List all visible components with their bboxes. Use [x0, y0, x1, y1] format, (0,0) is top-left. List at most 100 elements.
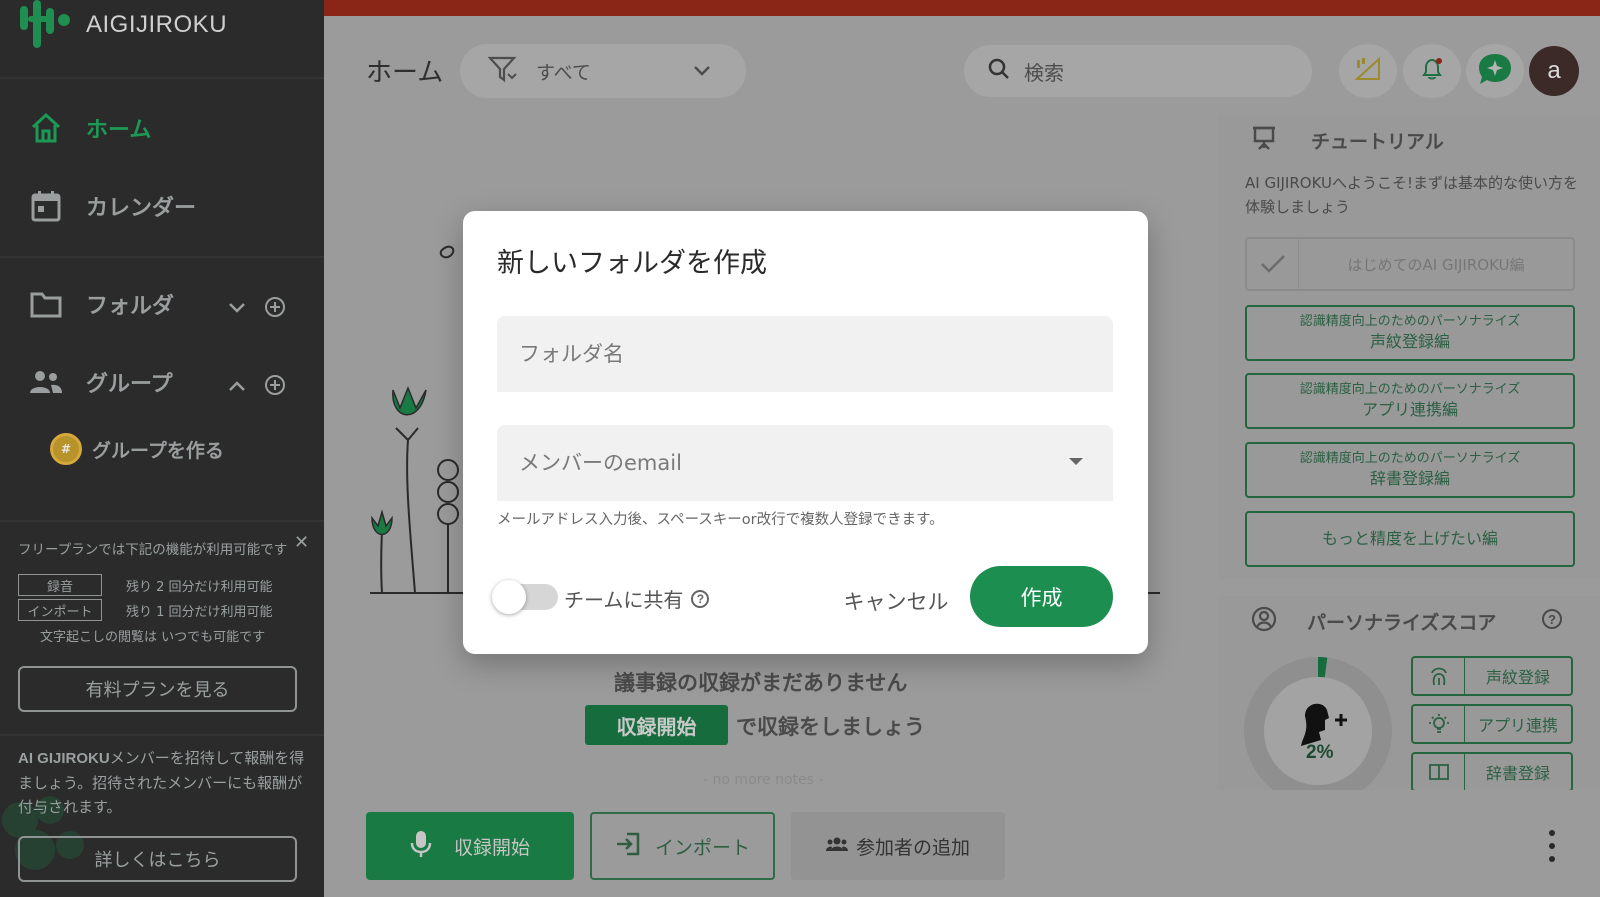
learn-more-button[interactable]: 詳しくはこちら: [18, 836, 297, 882]
lightbulb-icon: [1413, 706, 1465, 742]
invite-text: AI GIJIROKUメンバーを招待して報酬を得ましょう。招待されたメンバーにも…: [18, 746, 308, 819]
start-recording-button[interactable]: 収録開始: [366, 812, 574, 880]
svg-text:?: ?: [1548, 612, 1556, 627]
microphone-icon: [410, 829, 432, 864]
filter-select[interactable]: すべて: [460, 44, 746, 98]
member-email-input[interactable]: [497, 425, 1113, 501]
feature-note: 残り 1 回分だけ利用可能: [126, 604, 273, 620]
tutorial-dictionary-button[interactable]: 認識精度向上のためのパーソナライズ 辞書登録編: [1245, 442, 1575, 498]
sidebar-divider: [0, 256, 324, 258]
create-group-label: グループを作る: [92, 439, 224, 462]
people-icon: [825, 835, 848, 857]
top-accent-bar: [324, 0, 1600, 16]
sidebar-item-label: フォルダ: [86, 294, 175, 319]
empty-state-record-button[interactable]: 収録開始: [585, 705, 728, 745]
import-icon: [615, 831, 641, 862]
create-button[interactable]: 作成: [970, 566, 1113, 627]
tutorial-item-completed[interactable]: はじめてのAI GIJIROKU編: [1245, 237, 1575, 291]
page-title: ホーム: [366, 58, 444, 88]
sidebar-item-label: カレンダー: [86, 196, 197, 221]
cancel-button[interactable]: キャンセル: [831, 579, 961, 623]
add-participants-label: 参加者の追加: [855, 836, 970, 859]
dropdown-caret-icon[interactable]: [1069, 458, 1083, 465]
chevron-up-icon[interactable]: [228, 378, 246, 397]
free-plan-note: 文字起こしの閲覧は いつでも可能です: [40, 630, 266, 645]
import-label: インポート: [654, 836, 750, 859]
sidebar-item-label: ホーム: [86, 118, 152, 143]
tutorial-button-main: 辞書登録編: [1369, 469, 1450, 488]
presentation-icon: [1251, 125, 1277, 156]
fingerprint-icon: [1413, 658, 1465, 694]
folder-name-field[interactable]: [497, 316, 1113, 392]
tutorial-voiceprint-button[interactable]: 認識精度向上のためのパーソナライズ 声紋登録編: [1245, 305, 1575, 361]
invite-brand: AI GIJIROKU: [18, 750, 110, 767]
feature-tag: インポート: [18, 599, 102, 621]
chevron-down-icon[interactable]: [228, 300, 246, 319]
empty-state-suffix: で収録をしましょう: [736, 715, 925, 739]
score-title: パーソナライズスコア: [1307, 612, 1497, 634]
free-plan-box: フリープランでは下記の機能が利用可能です ✕ 録音 残り 2 回分だけ利用可能 …: [0, 520, 324, 735]
tutorial-button-main: アプリ連携編: [1361, 400, 1458, 419]
app-logo[interactable]: AIGIJIROKU: [20, 0, 227, 50]
assistant-button[interactable]: [1466, 44, 1524, 98]
help-icon[interactable]: ?: [691, 589, 710, 608]
free-plan-title: フリープランでは下記の機能が利用可能です: [18, 542, 288, 558]
tutorial-more-accuracy-button[interactable]: もっと精度を上げたい編: [1245, 511, 1575, 567]
score-button-label: 声紋登録: [1485, 668, 1550, 687]
sidebar-item-calendar[interactable]: カレンダー: [28, 188, 196, 224]
feature-row: インポート 残り 1 回分だけ利用可能: [18, 599, 273, 621]
score-dictionary-button[interactable]: 辞書登録: [1411, 752, 1573, 790]
group-actions: [228, 374, 286, 400]
score-header: パーソナライズスコア: [1251, 606, 1496, 637]
toggle-knob: [492, 580, 526, 614]
sidebar-item-group[interactable]: グループ: [28, 364, 173, 400]
feature-row: 録音 残り 2 回分だけ利用可能: [18, 574, 273, 596]
calendar-icon: [28, 188, 64, 224]
feature-note: 残り 2 回分だけ利用可能: [126, 579, 273, 595]
check-icon: [1247, 239, 1299, 289]
sidebar-item-home[interactable]: ホーム: [28, 110, 151, 146]
tutorial-title: チュートリアル: [1311, 131, 1444, 153]
tutorial-header: チュートリアル: [1251, 125, 1444, 156]
search-input[interactable]: 検索: [964, 45, 1312, 97]
more-options-icon[interactable]: [1547, 830, 1557, 862]
logo-text: AIGIJIROKU: [86, 11, 228, 38]
close-icon[interactable]: ✕: [294, 532, 309, 553]
filter-icon: [487, 56, 518, 87]
create-group-button[interactable]: # グループを作る: [50, 433, 224, 465]
help-icon[interactable]: ?: [1541, 608, 1563, 634]
stats-button[interactable]: [1339, 44, 1397, 98]
add-participants-button[interactable]: 参加者の追加: [791, 812, 1005, 880]
user-avatar[interactable]: a: [1529, 46, 1579, 96]
view-paid-plan-button[interactable]: 有料プランを見る: [18, 666, 297, 712]
import-button[interactable]: インポート: [590, 812, 775, 880]
create-folder-dialog: 新しいフォルダを作成 メールアドレス入力後、スペースキーor改行で複数人登録でき…: [463, 211, 1148, 654]
email-hint: メールアドレス入力後、スペースキーor改行で複数人登録できます。: [497, 512, 944, 528]
score-voiceprint-button[interactable]: 声紋登録: [1411, 656, 1573, 696]
notification-button[interactable]: [1403, 44, 1461, 98]
tutorial-panel: チュートリアル AI GIJIROKUへようこそ!まずは基本的な使い方を体験しま…: [1217, 113, 1600, 579]
score-button-label: アプリ連携: [1477, 716, 1558, 735]
sidebar-divider: [0, 734, 324, 736]
folder-icon: [28, 286, 64, 322]
search-icon: [988, 58, 1010, 85]
book-icon: [1413, 754, 1465, 790]
folder-actions: [228, 296, 286, 322]
bell-icon: [1419, 56, 1445, 86]
add-group-icon[interactable]: [264, 374, 286, 400]
score-ring: [1244, 657, 1392, 790]
tutorial-button-main: もっと精度を上げたい編: [1321, 529, 1498, 548]
tutorial-button-sub: 認識精度向上のためのパーソナライズ: [1299, 382, 1521, 397]
logo-mark-icon: [20, 0, 76, 50]
share-team-toggle[interactable]: [492, 578, 558, 616]
score-button-label: 辞書登録: [1485, 764, 1550, 783]
start-recording-label: 収録開始: [453, 836, 530, 859]
member-email-field[interactable]: [497, 425, 1113, 501]
add-folder-icon[interactable]: [264, 296, 286, 322]
tutorial-app-link-button[interactable]: 認識精度向上のためのパーソナライズ アプリ連携編: [1245, 373, 1575, 429]
score-percent: 2%: [1306, 742, 1334, 763]
folder-name-input[interactable]: [497, 316, 1113, 392]
sidebar-item-folder[interactable]: フォルダ: [28, 286, 174, 322]
score-app-link-button[interactable]: アプリ連携: [1411, 704, 1573, 744]
tutorial-description: AI GIJIROKUへようこそ!まずは基本的な使い方を体験しましょう: [1245, 174, 1579, 216]
